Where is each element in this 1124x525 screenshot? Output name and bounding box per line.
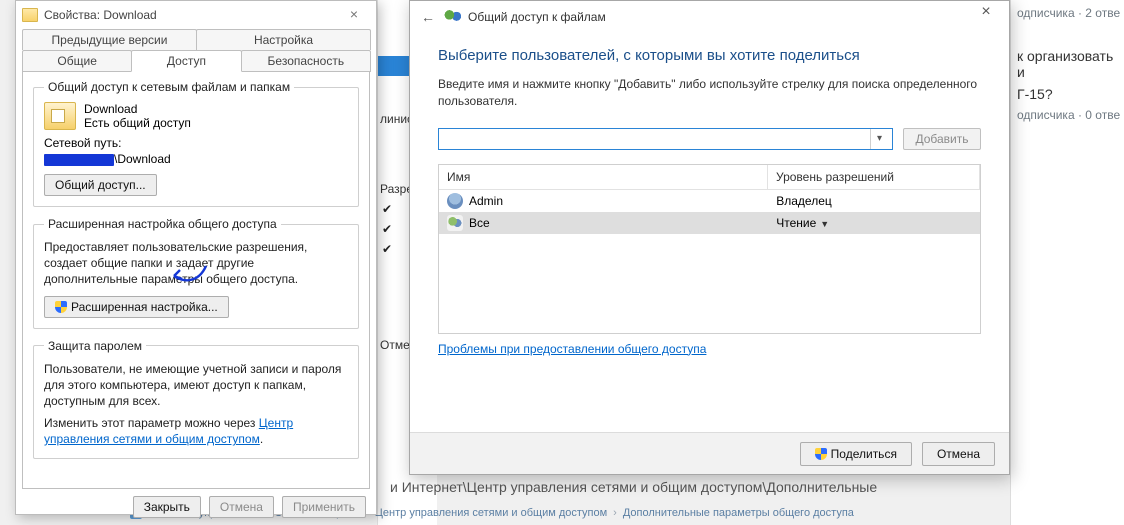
folder-share-status: Есть общий доступ	[84, 116, 191, 130]
cancel-button[interactable]: Отмена	[209, 496, 274, 518]
cancel-button[interactable]: Отмена	[922, 442, 995, 466]
background-context: одписчика · 2 отве к организовать и Г-15…	[1010, 0, 1124, 525]
password-protection-group: Защита паролем Пользователи, не имеющие …	[33, 339, 359, 459]
advanced-sharing-button[interactable]: Расширенная настройка...	[44, 296, 229, 318]
share-confirm-button[interactable]: Поделиться	[800, 442, 912, 466]
shield-icon	[815, 448, 827, 460]
apply-button[interactable]: Применить	[282, 496, 366, 518]
context-question: к организовать и	[1017, 48, 1118, 80]
add-button[interactable]: Добавить	[903, 128, 981, 150]
user-input[interactable]	[443, 130, 870, 148]
chevron-down-icon[interactable]: ▼	[820, 219, 829, 229]
user-combobox[interactable]: ▾	[438, 128, 893, 150]
titlebar[interactable]: Свойства: Download ×	[16, 1, 376, 29]
chevron-down-icon[interactable]: ▾	[870, 129, 888, 149]
column-name[interactable]: Имя	[439, 165, 768, 189]
close-button[interactable]: Закрыть	[133, 496, 201, 518]
close-icon[interactable]: ×	[969, 3, 1003, 27]
shield-icon	[55, 301, 67, 313]
user-row[interactable]: Admin Владелец	[439, 190, 980, 212]
user-icon	[447, 193, 463, 209]
share-heading: Выберите пользователей, с которыми вы хо…	[438, 47, 981, 64]
group-icon	[447, 215, 463, 231]
shared-folder-icon	[44, 102, 76, 130]
back-button[interactable]: ←	[418, 7, 438, 27]
tab-security[interactable]: Безопасность	[241, 50, 371, 72]
window-title: Свойства: Download	[44, 8, 157, 22]
user-list[interactable]: Имя Уровень разрешений Admin Владелец Вс…	[438, 164, 981, 334]
user-row[interactable]: Все Чтение▼	[439, 212, 980, 234]
folder-name: Download	[84, 102, 191, 116]
folder-icon	[22, 8, 38, 22]
file-sharing-dialog: ← Общий доступ к файлам × Выберите польз…	[409, 0, 1010, 475]
address-path: и Интернет\Центр управления сетями и общ…	[390, 479, 877, 495]
share-button[interactable]: Общий доступ...	[44, 174, 157, 196]
network-path-label: Сетевой путь:	[44, 136, 348, 150]
network-sharing-group: Общий доступ к сетевым файлам и папкам D…	[33, 80, 359, 207]
network-path[interactable]: \Download	[44, 152, 171, 166]
share-description: Введите имя и нажмите кнопку "Добавить" …	[438, 76, 981, 110]
advanced-sharing-group: Расширенная настройка общего доступа Пре…	[33, 217, 359, 329]
sharing-problems-link[interactable]: Проблемы при предоставлении общего досту…	[438, 342, 706, 356]
people-icon	[444, 10, 462, 24]
tab-general[interactable]: Общие	[22, 50, 132, 72]
context-line: одписчика · 2 отве	[1017, 6, 1118, 20]
tab-customize[interactable]: Настройка	[196, 29, 371, 50]
share-dialog-header: ← Общий доступ к файлам ×	[410, 1, 1009, 33]
share-dialog-title: Общий доступ к файлам	[468, 10, 606, 24]
column-permission[interactable]: Уровень разрешений	[768, 165, 980, 189]
tab-previous-versions[interactable]: Предыдущие версии	[22, 29, 197, 50]
close-icon[interactable]: ×	[338, 4, 370, 26]
context-question: Г-15?	[1017, 86, 1118, 102]
tab-sharing[interactable]: Доступ	[131, 50, 241, 72]
context-line: одписчика · 0 отве	[1017, 108, 1118, 122]
redacted-hostname	[44, 154, 114, 166]
properties-dialog: Свойства: Download × Предыдущие версии Н…	[15, 0, 377, 515]
